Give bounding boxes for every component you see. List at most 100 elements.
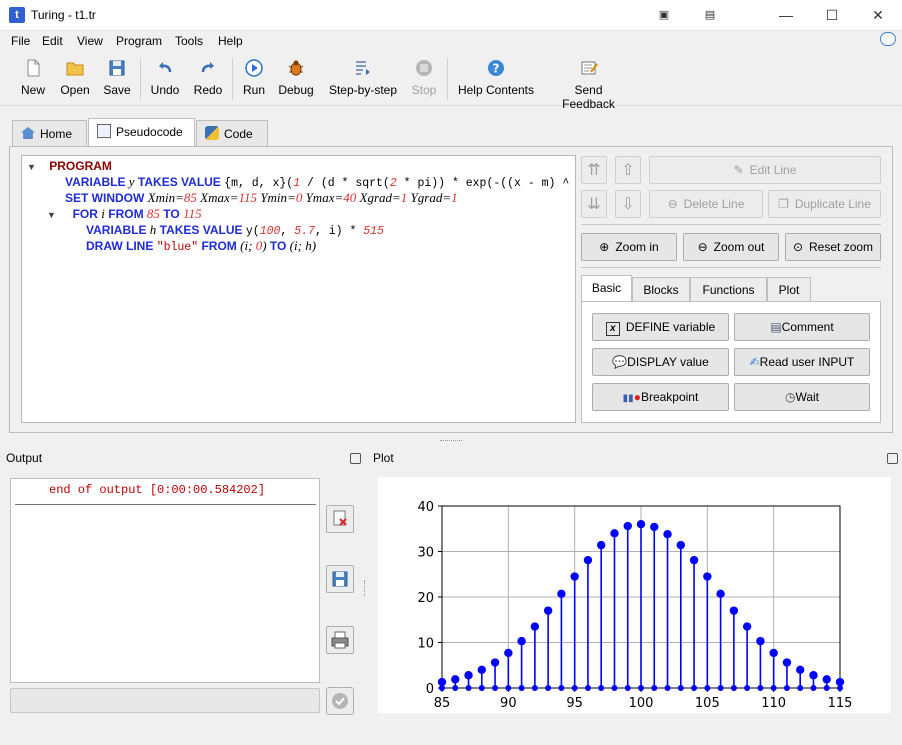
minimize-button[interactable]: — [763, 0, 809, 31]
collapse-arrow-icon[interactable]: ▼ [47, 210, 56, 220]
run-button[interactable]: Run [240, 56, 268, 102]
stem-base-marker [558, 685, 565, 691]
subtab-plot[interactable]: Plot [767, 277, 811, 302]
plot-title: Plot [373, 451, 394, 465]
tree-row-draw-line[interactable]: DRAW LINE "blue" FROM (i; 0) TO (i; h) [86, 238, 316, 254]
keyword: FROM [201, 239, 237, 253]
undock-output-icon[interactable] [350, 453, 361, 464]
output-separator [15, 504, 316, 505]
stem-marker [742, 622, 752, 631]
window-title: Turing - t1.tr [31, 8, 96, 22]
menu-file[interactable]: File [11, 34, 30, 48]
stem-marker [796, 665, 805, 674]
menu-edit[interactable]: Edit [42, 34, 63, 48]
menu-tools[interactable]: Tools [175, 34, 203, 48]
display-value-button[interactable]: 💬DISPLAY value [592, 348, 729, 376]
menu-program[interactable]: Program [116, 34, 162, 48]
redo-button[interactable]: Redo [191, 56, 225, 102]
help-contents-button[interactable]: ? Help Contents [456, 56, 536, 102]
stem-base-marker [770, 685, 777, 691]
move-up-button[interactable]: ⇧ [615, 156, 641, 184]
chat-bubble-icon[interactable] [880, 32, 896, 46]
plot-area[interactable]: 85 90 95 100 105 110 115 0 10 20 30 40 [378, 477, 891, 713]
tab-pseudocode[interactable]: Pseudocode [88, 118, 195, 147]
undo-button[interactable]: Undo [148, 56, 182, 102]
subtab-blocks[interactable]: Blocks [632, 277, 690, 302]
new-file-icon [27, 59, 40, 77]
close-button[interactable]: ✕ [855, 0, 901, 31]
tree-row-variable-h[interactable]: VARIABLE h TAKES VALUE y(100, 5.7, i) * … [86, 222, 384, 238]
speech-bubble-icon: 💬 [612, 355, 628, 369]
tree-row-program[interactable]: ▼ PROGRAM [27, 158, 112, 174]
read-input-button[interactable]: ✍Read user INPUT [734, 348, 870, 376]
expression: y(100, 5.7, i) * 515 [246, 225, 384, 238]
move-top-button[interactable]: ⇈ [581, 156, 607, 184]
tree-row-set-window[interactable]: SET WINDOW Xmin=85 Xmax=115 Ymin=0 Ymax=… [65, 190, 458, 206]
print-output-button[interactable] [326, 626, 354, 654]
svg-text:?: ? [493, 62, 500, 76]
printer-icon [331, 631, 349, 649]
tree-row-for[interactable]: ▼ FOR i FROM 85 TO 115 [47, 206, 202, 222]
zoom-in-button[interactable]: ⊕ Zoom in [581, 233, 677, 261]
debug-button[interactable]: Debug [277, 56, 315, 102]
stop-button[interactable]: Stop [409, 56, 439, 102]
stem-base-marker [531, 685, 538, 691]
save-output-button[interactable] [326, 565, 354, 593]
toolbar-separator [140, 58, 141, 100]
zoom-out-button[interactable]: ⊖ Zoom out [683, 233, 779, 261]
duplicate-line-button[interactable]: ❐ Duplicate Line [768, 190, 881, 218]
stem-base-marker [797, 685, 804, 691]
open-button[interactable]: Open [57, 56, 93, 102]
comment-button[interactable]: ▤Comment [734, 313, 870, 341]
move-down-button[interactable]: ⇩ [615, 190, 641, 218]
clear-output-button[interactable] [326, 505, 354, 533]
delete-line-button[interactable]: ⊖ Delete Line [649, 190, 763, 218]
splitter-handle[interactable] [440, 440, 462, 443]
save-label: Save [103, 83, 131, 97]
pseudocode-editor[interactable]: ▼ PROGRAM VARIABLE y TAKES VALUE {m, d, … [21, 155, 576, 423]
stem-marker [623, 521, 632, 531]
open-label: Open [60, 83, 90, 97]
save-button[interactable]: Save [100, 56, 134, 102]
output-console[interactable] [10, 478, 320, 683]
reset-zoom-button[interactable]: ⊙ Reset zoom [785, 233, 881, 261]
collapse-arrow-icon[interactable]: ▼ [27, 162, 36, 172]
tab-code[interactable]: Code [196, 120, 268, 146]
menu-help[interactable]: Help [218, 34, 243, 48]
stem-base-marker [584, 685, 591, 691]
compact-icon[interactable]: ▤ [687, 0, 733, 31]
new-button[interactable]: New [17, 56, 49, 102]
menu-view[interactable]: View [77, 34, 103, 48]
tree-row-variable-y[interactable]: VARIABLE y TAKES VALUE {m, d, x}(1 / (d … [65, 174, 575, 190]
stem-base-marker [691, 685, 698, 691]
check-icon [332, 693, 348, 709]
stem-marker [809, 671, 818, 680]
breakpoint-icon: ▮▮● [622, 390, 641, 404]
user-input-field[interactable] [10, 688, 320, 713]
tab-home[interactable]: Home [12, 120, 87, 146]
subtab-functions[interactable]: Functions [690, 277, 767, 302]
breakpoint-button[interactable]: ▮▮●Breakpoint [592, 383, 729, 411]
submit-input-button[interactable] [326, 687, 354, 715]
number: 100 [259, 225, 281, 238]
stem-marker [464, 671, 473, 680]
comment-icon: ▤ [770, 320, 782, 334]
expr-part: ; [248, 238, 256, 253]
stop-label: Stop [411, 83, 437, 97]
step-by-step-button[interactable]: Step-by-step [327, 56, 399, 102]
pin-icon[interactable]: ▣ [641, 0, 687, 31]
define-variable-button[interactable]: x DEFINE variable [592, 313, 729, 341]
splitter-handle[interactable] [364, 580, 367, 596]
send-feedback-button[interactable]: Send Feedback [547, 56, 630, 111]
number: 1 [400, 190, 408, 205]
wait-button[interactable]: ◷Wait [734, 383, 870, 411]
undock-plot-icon[interactable] [887, 453, 898, 464]
stem-marker [557, 589, 566, 599]
stem-plot: 85 90 95 100 105 110 115 0 10 20 30 40 [417, 500, 852, 711]
edit-line-button[interactable]: ✎ Edit Line [649, 156, 881, 184]
number: 40 [343, 190, 357, 205]
move-bottom-button[interactable]: ⇊ [581, 190, 607, 218]
maximize-button[interactable]: ☐ [809, 0, 855, 31]
subtab-basic[interactable]: Basic [581, 275, 632, 303]
divider [581, 267, 881, 268]
